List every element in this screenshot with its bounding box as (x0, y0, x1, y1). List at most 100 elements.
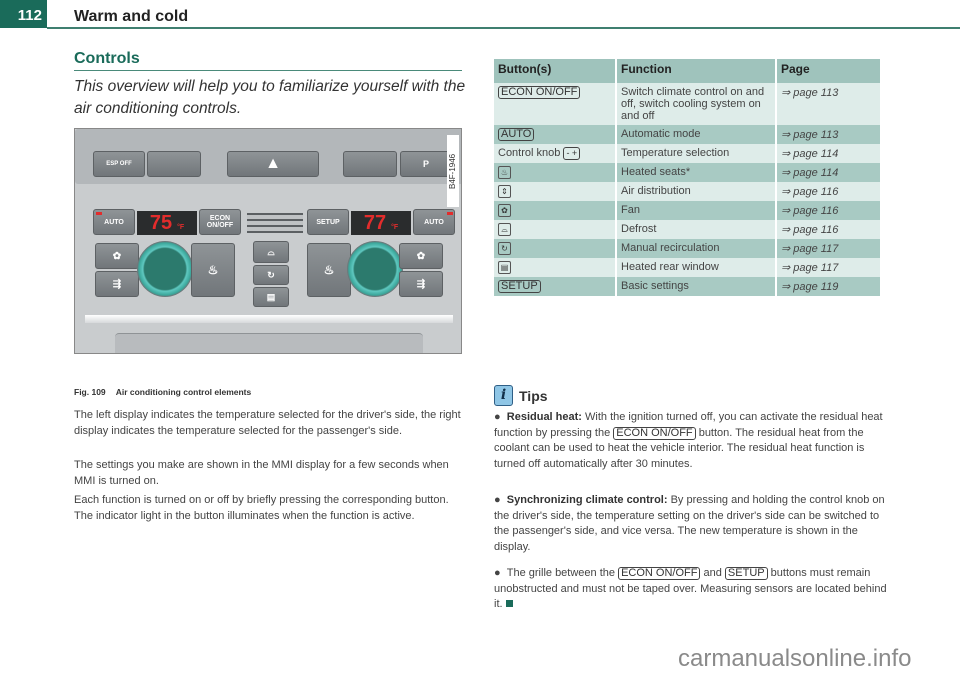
table-row: ⇕ Air distribution ⇒ page 116 (494, 182, 882, 201)
air-distribution-icon: ⇶ (416, 278, 426, 290)
lower-console (115, 333, 423, 353)
page-ref: ⇒ page 114 (776, 144, 882, 163)
minus-plus-key: - + (563, 147, 581, 160)
recirculation-icon: ↻ (267, 269, 275, 280)
econ-button: ECON ON/OFF (199, 209, 241, 235)
left-temp-display: 75 °F (137, 211, 197, 235)
figure-caption: Fig. 109 Air conditioning control elemen… (74, 387, 251, 397)
tip-heading: Synchronizing climate control: (506, 494, 668, 506)
esp-off-button: ESP OFF (93, 151, 145, 177)
table-row: Control knob - + Temperature selection ⇒… (494, 144, 882, 163)
function-cell: Heated seats* (616, 163, 777, 182)
left-temperature-knob (137, 241, 193, 297)
function-cell: Fan (616, 201, 777, 220)
page-ref: ⇒ page 116 (776, 182, 882, 201)
figure-code: B4F-1946 (447, 135, 459, 207)
end-of-section-mark (505, 600, 513, 607)
figure-number: Fig. 109 (74, 387, 106, 397)
table-row: ✿ Fan ⇒ page 116 (494, 201, 882, 220)
right-temp-display: 77 °F (351, 211, 411, 235)
table-row: AUTO Automatic mode ⇒ page 113 (494, 125, 882, 144)
bullet: ● (494, 567, 507, 579)
page-ref: ⇒ page 116 (776, 220, 882, 239)
column-header: Button(s) (494, 59, 617, 83)
table-row: ♨ Heated seats* ⇒ page 114 (494, 163, 882, 182)
econ-label: ECON (209, 215, 231, 222)
function-cell: Automatic mode (616, 125, 777, 144)
chrome-trim (85, 315, 453, 323)
section-title: Controls (74, 50, 140, 67)
page-ref: ⇒ page 119 (776, 277, 882, 296)
econ-onoff-key: ECON ON/OFF (618, 567, 701, 580)
econ-onoff-key: ECON ON/OFF (613, 426, 696, 440)
indicator-led (447, 212, 453, 215)
econ-label-2: ON/OFF (206, 222, 234, 229)
fan-icon: ✿ (498, 204, 511, 217)
hazard-button: ▲ (227, 151, 319, 177)
setup-button: SETUP (307, 209, 349, 235)
page-ref: ⇒ page 113 (776, 83, 882, 125)
control-knob-label: Control knob (498, 147, 561, 159)
function-cell: Basic settings (616, 277, 777, 296)
air-distribution-icon: ⇶ (112, 278, 122, 290)
function-cell: Switch climate control on and off, switc… (616, 83, 777, 125)
page-ref: ⇒ page 117 (776, 258, 882, 277)
seat-left-button: ♨ (191, 243, 235, 297)
setup-key: SETUP (498, 280, 541, 293)
rear-window-heat-icon: ▤ (498, 261, 511, 274)
seat-heat-icon: ♨ (323, 263, 335, 277)
function-cell: Heated rear window (616, 258, 777, 277)
page-ref: ⇒ page 116 (776, 201, 882, 220)
page-number: 112 (0, 0, 47, 28)
air-dist-left-button: ⇶ (95, 271, 139, 297)
temp-unit: °F (391, 223, 399, 231)
function-cell: Temperature selection (616, 144, 777, 163)
table-row: ⌓ Defrost ⇒ page 116 (494, 220, 882, 239)
sensor-grille (247, 213, 303, 233)
table-row: ↻ Manual recirculation ⇒ page 117 (494, 239, 882, 258)
section-rule (74, 70, 462, 71)
info-icon: i (494, 385, 513, 406)
chapter-title: Warm and cold (74, 8, 189, 25)
seat-right-button: ♨ (307, 243, 351, 297)
fan-left-button: ✿ (95, 243, 139, 269)
table-header-row: Button(s) Function Page (494, 59, 882, 83)
table-row: SETUP Basic settings ⇒ page 119 (494, 277, 882, 296)
bullet: ● (494, 411, 507, 423)
table-row: ▤ Heated rear window ⇒ page 117 (494, 258, 882, 277)
controls-table: Button(s) Function Page ECON ON/OFF Swit… (494, 59, 882, 296)
figure-caption-text: Air conditioning control elements (115, 387, 252, 397)
temp-unit: °F (177, 223, 185, 231)
fan-icon: ✿ (112, 250, 122, 262)
rear-defrost-button: ▤ (253, 287, 289, 307)
tip-heading: Residual heat: (506, 411, 582, 423)
defrost-icon: ⌓ (498, 223, 511, 236)
left-temp-value: 75 (149, 211, 173, 234)
air-dist-right-button: ⇶ (399, 271, 443, 297)
body-paragraph: Each function is turned on or off by bri… (74, 494, 449, 522)
tip-item: ● Residual heat: With the ignition turne… (494, 411, 883, 470)
section-intro: This overview will help you to familiari… (74, 78, 466, 117)
page-ref: ⇒ page 113 (776, 125, 882, 144)
tip-item: ● The grille between the ECON ON/OFF and… (494, 567, 887, 610)
fan-icon: ✿ (416, 250, 426, 262)
header-rule (47, 27, 960, 29)
defrost-button: ⌓ (253, 241, 289, 263)
rear-window-heat-icon: ▤ (266, 291, 276, 302)
function-cell: Defrost (616, 220, 777, 239)
park-assist-button: P (400, 151, 452, 177)
recirculation-button: ↻ (253, 265, 289, 285)
page-ref: ⇒ page 117 (776, 239, 882, 258)
page-ref: ⇒ page 114 (776, 163, 882, 182)
econ-onoff-key: ECON ON/OFF (498, 86, 581, 99)
tips-header: i Tips (494, 385, 548, 406)
column-header: Function (616, 59, 777, 83)
right-temp-value: 77 (363, 211, 387, 234)
function-cell: Air distribution (616, 182, 777, 201)
defrost-icon: ⌓ (267, 246, 275, 257)
figure-climate-panel: ESP OFF ▲ P B4F-1946 AUTO 75 °F ECON ON/… (74, 128, 462, 354)
body-paragraph: The left display indicates the temperatu… (74, 409, 461, 437)
body-paragraph: The settings you make are shown in the M… (74, 459, 449, 487)
seat-heat-icon: ♨ (498, 166, 511, 179)
blank-button (147, 151, 201, 177)
